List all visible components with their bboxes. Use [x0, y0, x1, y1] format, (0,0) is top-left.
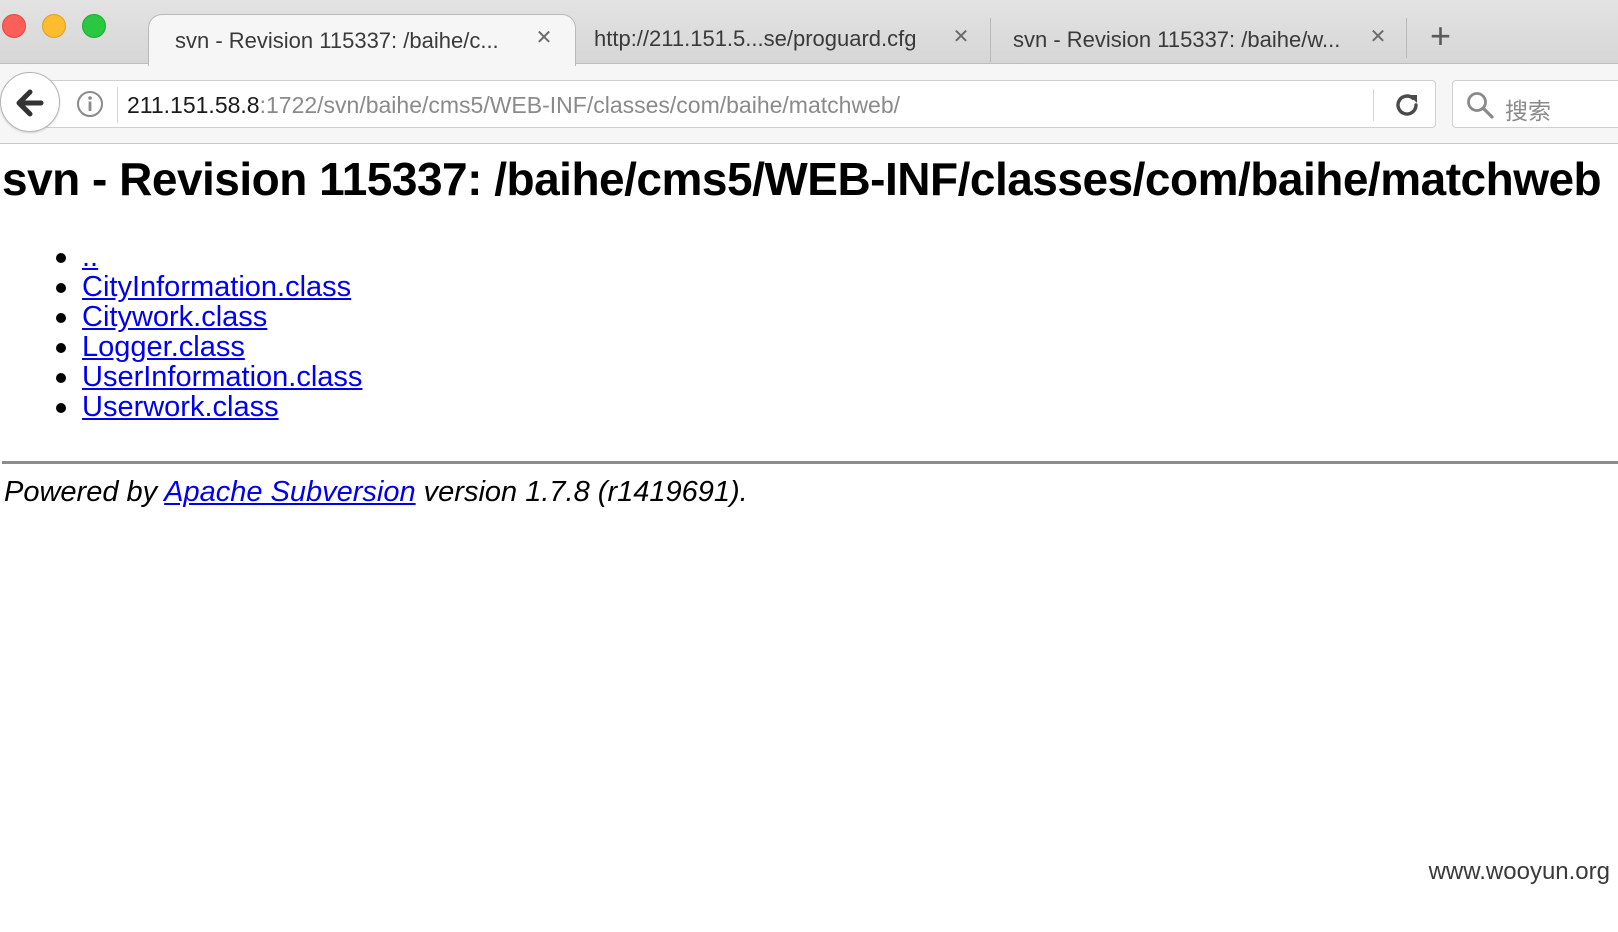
parent-directory-link[interactable]: ..: [82, 241, 98, 273]
close-tab-icon[interactable]: ✕: [1367, 26, 1389, 48]
watermark: www.wooyun.org: [1428, 858, 1610, 885]
bullet: [56, 283, 66, 293]
tab-title: http://211.151.5...se/proguard.cfg: [594, 26, 917, 51]
file-link[interactable]: Userwork.class: [82, 391, 279, 423]
address-bar[interactable]: 211.151.58.8:1722/svn/baihe/cms5/WEB-INF…: [44, 80, 1436, 128]
footer: Powered by Apache Subversion version 1.7…: [4, 476, 748, 509]
page-content: svn - Revision 115337: /baihe/cms5/WEB-I…: [0, 146, 1618, 932]
url-divider: [117, 87, 118, 123]
search-bar[interactable]: 搜索: [1452, 80, 1618, 128]
list-item: Logger.class: [0, 332, 362, 362]
list-item: UserInformation.class: [0, 362, 362, 392]
reload-icon[interactable]: [1391, 89, 1423, 121]
search-icon: [1467, 92, 1494, 119]
bullet: [56, 343, 66, 353]
tab-proguard[interactable]: http://211.151.5...se/proguard.cfg ✕: [576, 14, 988, 64]
file-link[interactable]: UserInformation.class: [82, 361, 362, 393]
new-tab-button[interactable]: +: [1430, 16, 1451, 56]
page-title: svn - Revision 115337: /baihe/cms5/WEB-I…: [2, 153, 1602, 205]
bullet: [56, 403, 66, 413]
url-divider-right: [1373, 89, 1374, 121]
close-tab-icon[interactable]: ✕: [533, 27, 555, 49]
bullet: [56, 313, 66, 323]
list-item: Userwork.class: [0, 392, 362, 422]
window-minimize-button[interactable]: [42, 14, 66, 38]
url-text[interactable]: 211.151.58.8:1722/svn/baihe/cms5/WEB-INF…: [127, 92, 900, 119]
divider: [2, 461, 1618, 464]
tab-title: svn - Revision 115337: /baihe/c...: [175, 27, 499, 53]
bullet: [56, 373, 66, 383]
list-item: CityInformation.class: [0, 272, 362, 302]
url-host: 211.151.58.8: [127, 92, 260, 118]
close-tab-icon[interactable]: ✕: [950, 26, 972, 48]
search-placeholder: 搜索: [1505, 98, 1551, 124]
file-link[interactable]: CityInformation.class: [82, 271, 351, 303]
window-maximize-button[interactable]: [82, 14, 106, 38]
footer-suffix: version 1.7.8 (r1419691).: [415, 476, 748, 508]
tab-divider: [1406, 18, 1407, 58]
navigation-bar: 211.151.58.8:1722/svn/baihe/cms5/WEB-INF…: [0, 64, 1618, 144]
back-arrow-icon: [16, 89, 44, 117]
tab-strip: svn - Revision 115337: /baihe/c... ✕ htt…: [0, 0, 1618, 66]
tab-active[interactable]: svn - Revision 115337: /baihe/c... ✕: [148, 14, 576, 66]
back-button[interactable]: [0, 72, 60, 132]
bullet: [56, 253, 66, 263]
info-icon[interactable]: [75, 89, 105, 119]
file-link[interactable]: Citywork.class: [82, 301, 267, 333]
tab-title: svn - Revision 115337: /baihe/w...: [1013, 27, 1341, 52]
tab-svn-w[interactable]: svn - Revision 115337: /baihe/w... ✕: [990, 18, 1404, 62]
url-path: :1722/svn/baihe/cms5/WEB-INF/classes/com…: [259, 92, 901, 118]
list-item: ..: [0, 242, 362, 272]
apache-subversion-link[interactable]: Apache Subversion: [164, 476, 416, 508]
file-link[interactable]: Logger.class: [82, 331, 245, 363]
file-list: .. CityInformation.class Citywork.class …: [0, 242, 362, 422]
footer-prefix: Powered by: [4, 476, 165, 508]
list-item: Citywork.class: [0, 302, 362, 332]
window-close-button[interactable]: [2, 14, 26, 38]
